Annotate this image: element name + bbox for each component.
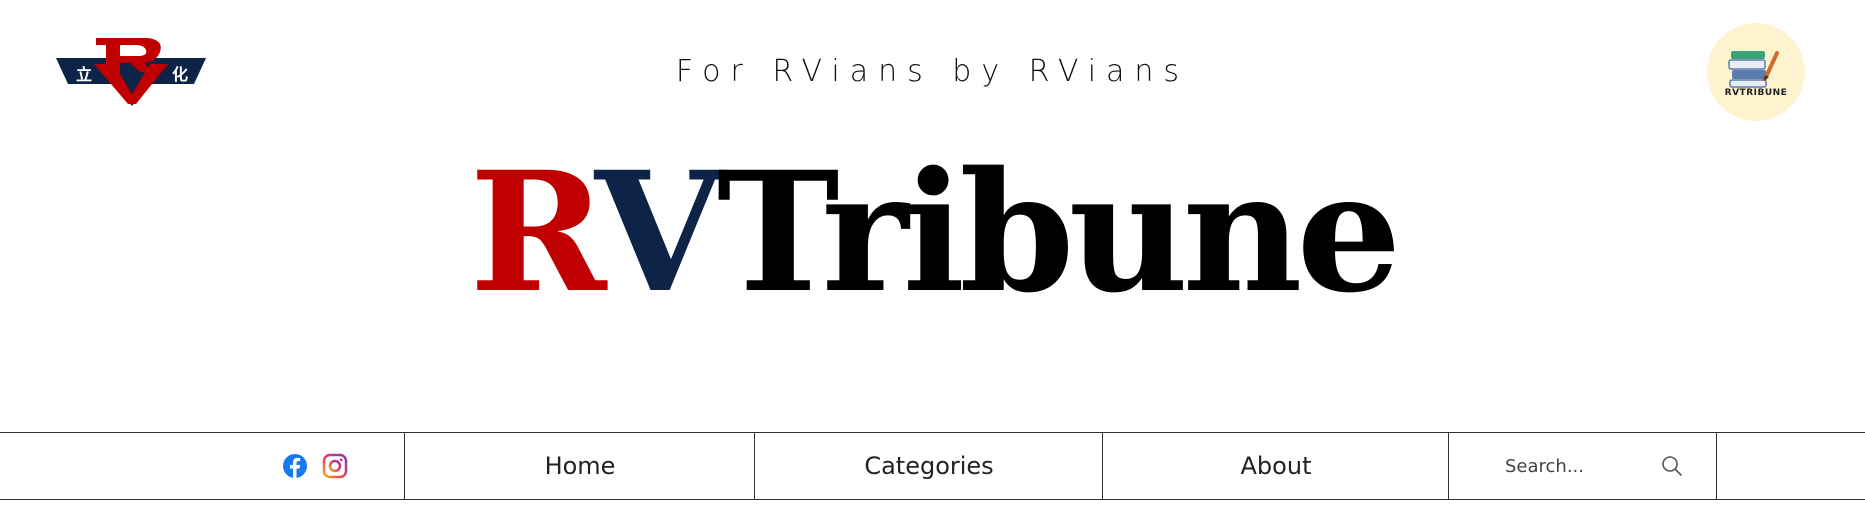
search-box[interactable]: [1448, 433, 1717, 499]
books-icon: [1728, 51, 1779, 88]
facebook-icon[interactable]: [282, 453, 308, 479]
search-input[interactable]: [1505, 453, 1655, 479]
site-masthead[interactable]: RVTribune: [0, 150, 1865, 315]
logo-wordmark: RVTRIBUNE: [1724, 88, 1788, 98]
site-tagline: For RVians by RVians: [675, 54, 1190, 89]
nav-home-label: Home: [544, 452, 616, 480]
instagram-icon[interactable]: [322, 453, 348, 479]
nav-about[interactable]: About: [1102, 433, 1449, 499]
masthead-v: V: [594, 135, 723, 329]
search-icon[interactable]: [1661, 455, 1683, 477]
masthead-r: R: [469, 135, 601, 329]
masthead-tribune: Tribune: [716, 135, 1402, 329]
rvtribune-logo[interactable]: RVTRIBUNE: [1707, 23, 1805, 121]
main-navbar: Home Categories About: [0, 432, 1865, 500]
nav-categories[interactable]: Categories: [754, 433, 1103, 499]
nav-about-label: About: [1240, 452, 1312, 480]
nav-home[interactable]: Home: [404, 433, 755, 499]
nav-categories-label: Categories: [864, 452, 994, 480]
social-links: [282, 453, 348, 479]
